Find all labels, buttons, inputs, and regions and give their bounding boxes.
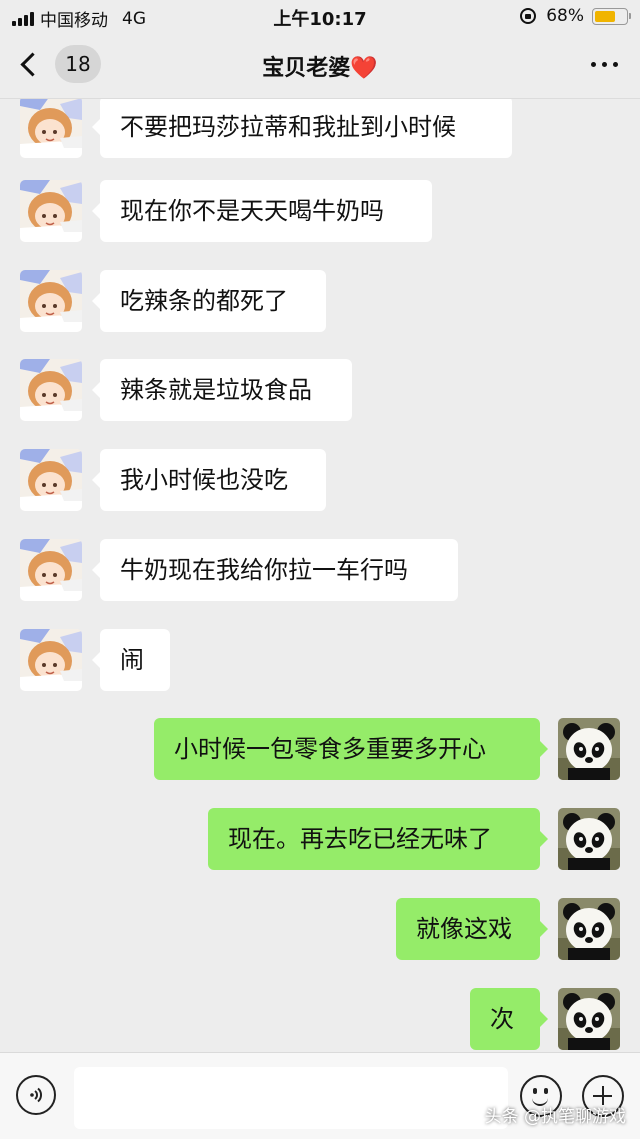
- contact-avatar[interactable]: [20, 180, 82, 242]
- my-avatar[interactable]: [558, 718, 620, 780]
- more-icon[interactable]: [591, 62, 618, 67]
- battery-icon: [592, 7, 631, 25]
- voice-button[interactable]: [16, 1075, 56, 1115]
- my-avatar[interactable]: [558, 988, 620, 1050]
- status-right: 68%: [520, 6, 631, 26]
- received-message-bubble[interactable]: 闹: [92, 629, 170, 691]
- received-message-bubble[interactable]: 不要把玛莎拉蒂和我扯到小时候: [92, 96, 512, 158]
- contact-avatar[interactable]: [20, 449, 82, 511]
- emoji-icon: [533, 1088, 537, 1094]
- contact-avatar[interactable]: [20, 539, 82, 601]
- voice-icon: [30, 1087, 42, 1103]
- message-input[interactable]: [74, 1067, 508, 1129]
- chat-title: 宝贝老婆❤️: [0, 50, 640, 82]
- received-message-bubble[interactable]: 我小时候也没吃: [92, 449, 326, 511]
- contact-avatar[interactable]: [20, 359, 82, 421]
- received-message-bubble[interactable]: 现在你不是天天喝牛奶吗: [92, 180, 432, 242]
- status-bar: 中国移动 4G 上午10:17 68%: [0, 0, 640, 32]
- sent-message-bubble[interactable]: 现在。再去吃已经无味了: [208, 808, 548, 870]
- battery-percent: 68%: [546, 6, 584, 26]
- chat-title-text: 宝贝老婆: [262, 56, 351, 81]
- received-message-bubble[interactable]: 牛奶现在我给你拉一车行吗: [92, 539, 458, 601]
- watermark: 头条 @执笔聊游戏: [484, 1107, 626, 1127]
- contact-avatar[interactable]: [20, 96, 82, 158]
- received-message-bubble[interactable]: 辣条就是垃圾食品: [92, 359, 352, 421]
- contact-avatar[interactable]: [20, 270, 82, 332]
- sent-message-bubble[interactable]: 小时候一包零食多重要多开心: [154, 718, 548, 780]
- received-message-bubble[interactable]: 吃辣条的都死了: [92, 270, 326, 332]
- sent-message-bubble[interactable]: 就像这戏: [396, 898, 548, 960]
- chat-header: 18 宝贝老婆❤️: [0, 32, 640, 99]
- my-avatar[interactable]: [558, 808, 620, 870]
- contact-avatar[interactable]: [20, 629, 82, 691]
- my-avatar[interactable]: [558, 898, 620, 960]
- heart-emoji: ❤️: [350, 56, 378, 81]
- battery-fill: [595, 10, 616, 22]
- sent-message-bubble[interactable]: 次: [470, 988, 548, 1050]
- rotation-lock-icon: [520, 8, 537, 24]
